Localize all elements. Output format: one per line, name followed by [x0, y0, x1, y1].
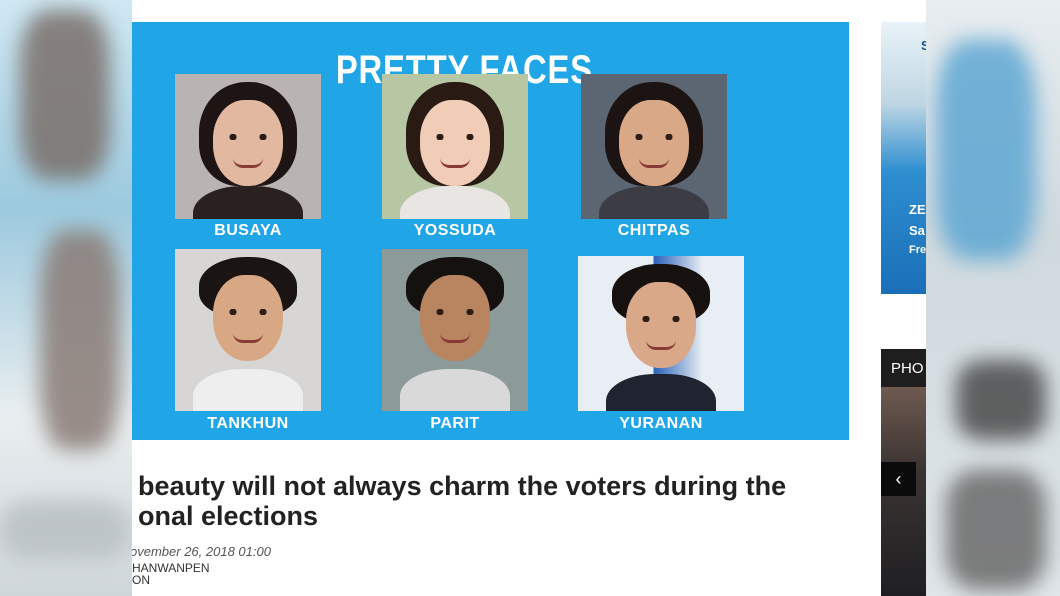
person-name: PARIT	[430, 415, 480, 432]
photo-yossuda	[382, 74, 528, 219]
chevron-left-icon: ‹	[895, 469, 902, 489]
gallery-prev-button[interactable]: ‹	[881, 462, 916, 496]
person-name: BUSAYA	[214, 222, 282, 239]
person-name: YURANAN	[619, 415, 703, 432]
pretty-faces-banner: PRETTY FACES BUSAYA YOSSUDA CHITPAS TANK…	[132, 22, 849, 440]
person-name: TANKHUN	[207, 415, 289, 432]
article-headline: beauty will not always charm the voters …	[138, 471, 787, 531]
person-name: CHITPAS	[617, 222, 691, 239]
ad-text: ZE	[909, 202, 926, 217]
photo-parit	[382, 249, 528, 411]
sidebar-advertisement[interactable]: S ZE Sa Fre	[881, 22, 926, 294]
blurred-background-right	[926, 0, 1060, 596]
gallery-header: PHO	[881, 349, 926, 387]
news-article-screenshot: PRETTY FACES BUSAYA YOSSUDA CHITPAS TANK…	[132, 0, 926, 596]
photo-tankhun	[175, 249, 321, 411]
ad-text: S	[921, 38, 926, 53]
photo-chitpas	[581, 74, 727, 219]
ad-text: Sa	[909, 223, 925, 238]
blurred-background-left	[0, 0, 132, 596]
person-name: YOSSUDA	[413, 222, 497, 239]
photo-busaya	[175, 74, 321, 219]
ad-text: Fre	[909, 244, 926, 256]
photo-yuranan	[578, 256, 744, 411]
article-byline: HANWANPEN ON	[132, 561, 210, 587]
article-date: ovember 26, 2018 01:00	[132, 544, 271, 559]
